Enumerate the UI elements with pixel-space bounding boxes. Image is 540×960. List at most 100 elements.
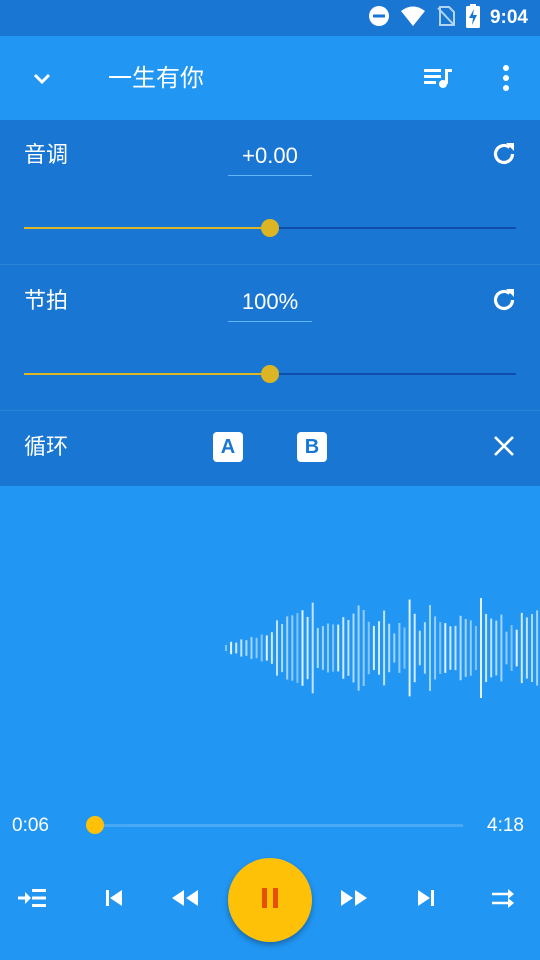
- waveform-bar: [235, 642, 238, 654]
- waveform-bar: [250, 637, 253, 659]
- waveform-bar: [536, 610, 539, 686]
- tempo-label: 节拍: [24, 289, 69, 314]
- waveform-bar: [418, 630, 421, 666]
- chevron-down-icon[interactable]: [20, 56, 64, 100]
- waveform-bar: [464, 619, 467, 677]
- loop-label: 循环: [24, 435, 69, 460]
- waveform-bar: [500, 614, 503, 682]
- waveform-bar: [398, 623, 401, 673]
- skip-next-icon: [416, 888, 436, 912]
- waveform-bar: [439, 622, 442, 674]
- status-icons: 9:04: [368, 0, 528, 36]
- loop-panel: 循环 A B: [0, 411, 540, 486]
- loop-close-button[interactable]: [484, 428, 524, 468]
- playback-controls: [0, 856, 540, 946]
- battery-charging-icon: [465, 4, 480, 32]
- tempo-value[interactable]: 100%: [228, 287, 312, 322]
- tempo-slider[interactable]: [24, 365, 516, 383]
- waveform-bar: [296, 613, 299, 683]
- waveform-bar: [281, 624, 284, 673]
- pitch-reset-button[interactable]: [484, 136, 524, 176]
- waveform-bar: [485, 613, 488, 683]
- waveform-bar: [383, 610, 386, 686]
- waveform-bar: [413, 613, 416, 683]
- rewind-button[interactable]: [165, 880, 205, 920]
- waveform-bar: [301, 610, 304, 686]
- waveform-bar: [531, 614, 533, 682]
- waveform-visualizer[interactable]: [0, 580, 540, 710]
- skip-next-button[interactable]: [406, 880, 446, 920]
- waveform-bar: [321, 626, 324, 670]
- song-title: 一生有你: [108, 64, 204, 92]
- refresh-icon: [490, 140, 518, 172]
- tempo-slider-fill: [24, 373, 270, 375]
- top-toolbar: 一生有你: [0, 36, 540, 120]
- waveform-bar: [286, 616, 289, 680]
- waveform-bar: [449, 626, 452, 670]
- pitch-slider-fill: [24, 227, 270, 229]
- pitch-panel: 音调 +0.00: [0, 120, 540, 264]
- loop-point-a-button[interactable]: A: [213, 432, 243, 462]
- waveform-bar: [342, 617, 345, 679]
- waveform-bar: [332, 624, 335, 672]
- waveform-bar: [352, 613, 355, 683]
- wifi-icon: [400, 5, 426, 31]
- tempo-panel: 节拍 100%: [0, 265, 540, 410]
- skip-previous-button[interactable]: [94, 880, 134, 920]
- waveform-bar: [454, 625, 457, 671]
- waveform-bar: [316, 627, 319, 668]
- waveform-bar: [372, 625, 375, 671]
- waveform-bar: [474, 626, 477, 671]
- current-time: 0:06: [12, 815, 49, 836]
- waveform-bar: [270, 632, 273, 664]
- waveform-bar: [423, 622, 426, 674]
- add-to-queue-icon: [16, 886, 48, 914]
- waveform-bar: [490, 618, 493, 678]
- waveform-bar: [306, 616, 309, 680]
- refresh-icon: [490, 286, 518, 318]
- waveform-bar: [357, 605, 360, 691]
- pitch-label: 音调: [24, 143, 69, 168]
- waveform-bar: [367, 621, 370, 675]
- tempo-reset-button[interactable]: [484, 282, 524, 322]
- waveform-bar: [347, 620, 350, 676]
- skip-previous-icon: [104, 888, 124, 912]
- status-time: 9:04: [489, 7, 528, 28]
- close-icon: [492, 434, 516, 462]
- status-bar: 9:04: [0, 0, 540, 36]
- repeat-icon: [490, 886, 518, 914]
- tempo-slider-thumb[interactable]: [261, 365, 279, 383]
- waveform-bar: [510, 625, 513, 671]
- waveform-bar: [311, 602, 314, 694]
- fast-forward-button[interactable]: [334, 880, 374, 920]
- no-sim-icon: [436, 5, 456, 31]
- waveform-bar: [362, 610, 365, 686]
- play-pause-button[interactable]: [228, 858, 312, 942]
- waveform-bar: [469, 620, 472, 676]
- waveform-bar: [525, 617, 528, 679]
- waveform-bar: [378, 621, 380, 675]
- pitch-slider-thumb[interactable]: [261, 219, 279, 237]
- waveform-bar: [225, 645, 227, 651]
- total-time: 4:18: [487, 815, 524, 836]
- playlist-music-icon[interactable]: [416, 56, 460, 100]
- pitch-value[interactable]: +0.00: [228, 141, 312, 176]
- waveform-bar: [276, 620, 278, 676]
- waveform-bar: [230, 641, 233, 655]
- waveform-bar: [265, 635, 268, 661]
- waveform-bar: [408, 599, 411, 697]
- seek-bar[interactable]: [86, 824, 463, 827]
- seek-thumb[interactable]: [85, 816, 104, 834]
- pitch-slider[interactable]: [24, 219, 516, 237]
- waveform-bar: [480, 598, 482, 698]
- pause-icon: [259, 886, 281, 914]
- repeat-button[interactable]: [484, 880, 524, 920]
- add-to-queue-button[interactable]: [12, 880, 52, 920]
- waveform-bar: [459, 615, 462, 681]
- rewind-icon: [170, 888, 200, 912]
- waveform-bar: [403, 627, 406, 669]
- playback-progress: 0:06 4:18: [0, 808, 540, 844]
- waveform-bar: [245, 640, 248, 656]
- more-vertical-icon[interactable]: [484, 56, 528, 100]
- loop-point-b-button[interactable]: B: [297, 432, 327, 462]
